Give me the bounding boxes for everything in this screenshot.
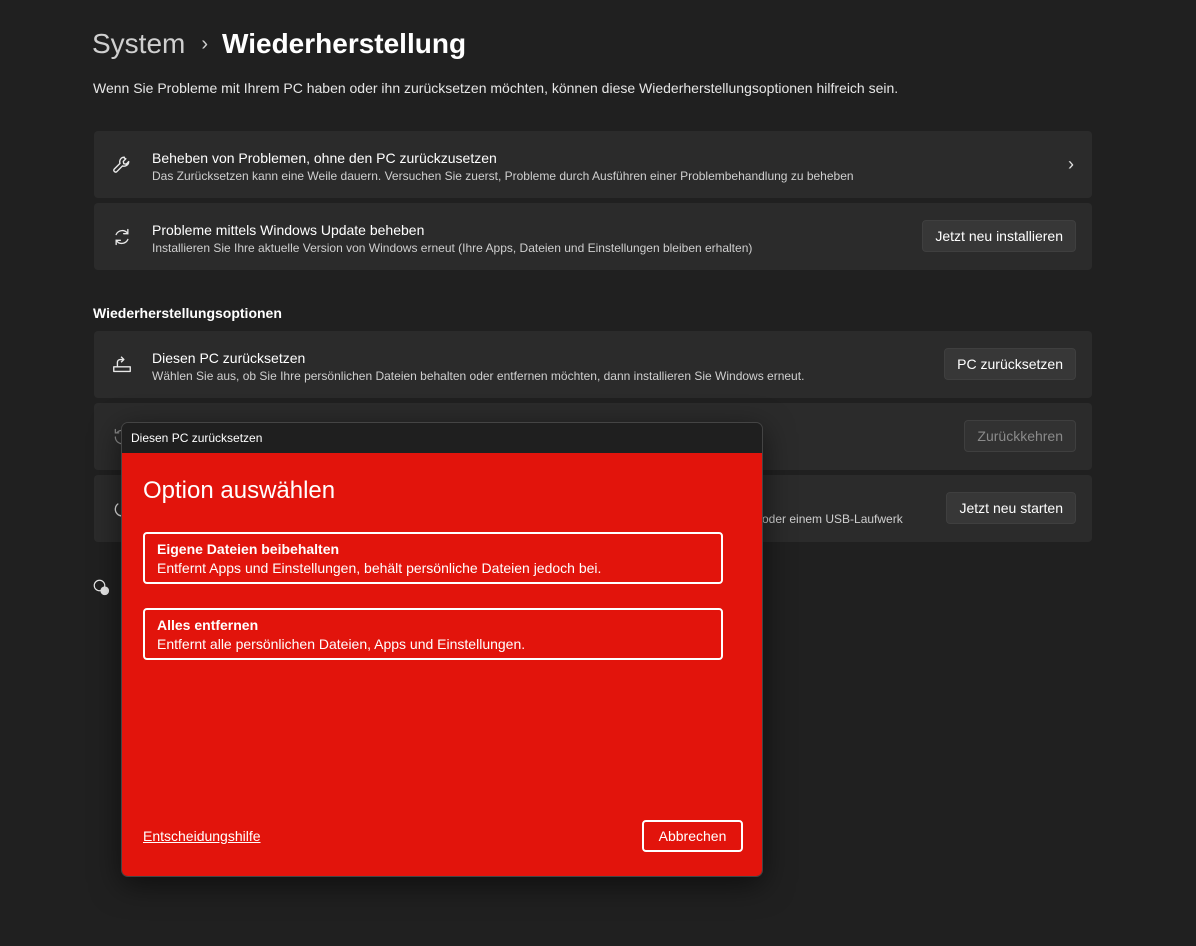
breadcrumb: System › Wiederherstellung	[92, 26, 466, 62]
reset-pc-icon	[110, 353, 134, 377]
card-description: Wählen Sie aus, ob Sie Ihre persönlichen…	[152, 369, 805, 383]
decision-help-link[interactable]: Entscheidungshilfe	[143, 828, 261, 844]
reinstall-now-button[interactable]: Jetzt neu installieren	[922, 220, 1076, 252]
restart-now-button[interactable]: Jetzt neu starten	[946, 492, 1076, 524]
keep-files-option[interactable]: Eigene Dateien beibehalten Entfernt Apps…	[143, 532, 723, 584]
breadcrumb-separator: ›	[201, 32, 209, 55]
page-title: Wiederherstellung	[222, 28, 467, 59]
section-heading: Wiederherstellungsoptionen	[93, 305, 282, 321]
chevron-right-icon: ›	[1068, 154, 1074, 174]
dialog-body: Option auswählen Eigene Dateien beibehal…	[122, 453, 762, 876]
breadcrumb-system[interactable]: System	[92, 28, 185, 60]
cancel-button[interactable]: Abbrechen	[642, 820, 743, 852]
remove-everything-option[interactable]: Alles entfernen Entfernt alle persönlich…	[143, 608, 723, 660]
sync-icon	[110, 225, 134, 249]
option-description: Entfernt Apps und Einstellungen, behält …	[157, 560, 602, 576]
option-title: Eigene Dateien beibehalten	[157, 541, 340, 557]
dialog-titlebar: Diesen PC zurücksetzen	[122, 423, 762, 453]
go-back-button[interactable]: Zurückkehren	[964, 420, 1076, 452]
card-description: Installieren Sie Ihre aktuelle Version v…	[152, 241, 753, 255]
option-title: Alles entfernen	[157, 617, 259, 633]
reset-pc-button[interactable]: PC zurücksetzen	[944, 348, 1076, 380]
reset-pc-card: Diesen PC zurücksetzen Wählen Sie aus, o…	[94, 331, 1092, 398]
reset-pc-dialog: Diesen PC zurücksetzen Option auswählen …	[121, 422, 763, 877]
card-description-partial: oder einem USB-Laufwerk	[762, 512, 903, 526]
dialog-heading: Option auswählen	[143, 477, 336, 504]
intro-text: Wenn Sie Probleme mit Ihrem PC haben ode…	[93, 80, 899, 96]
card-title: Diesen PC zurücksetzen	[152, 350, 306, 366]
dialog-window-title: Diesen PC zurücksetzen	[131, 431, 263, 445]
card-title: Beheben von Problemen, ohne den PC zurüc…	[152, 150, 497, 166]
card-title: Probleme mittels Windows Update beheben	[152, 222, 425, 238]
card-description: Das Zurücksetzen kann eine Weile dauern.…	[152, 169, 854, 183]
wrench-icon	[110, 153, 134, 177]
option-description: Entfernt alle persönlichen Dateien, Apps…	[157, 636, 526, 652]
troubleshoot-card[interactable]: Beheben von Problemen, ohne den PC zurüc…	[94, 131, 1092, 198]
windows-update-fix-card: Probleme mittels Windows Update beheben …	[94, 203, 1092, 270]
get-help-icon[interactable]	[92, 578, 110, 596]
